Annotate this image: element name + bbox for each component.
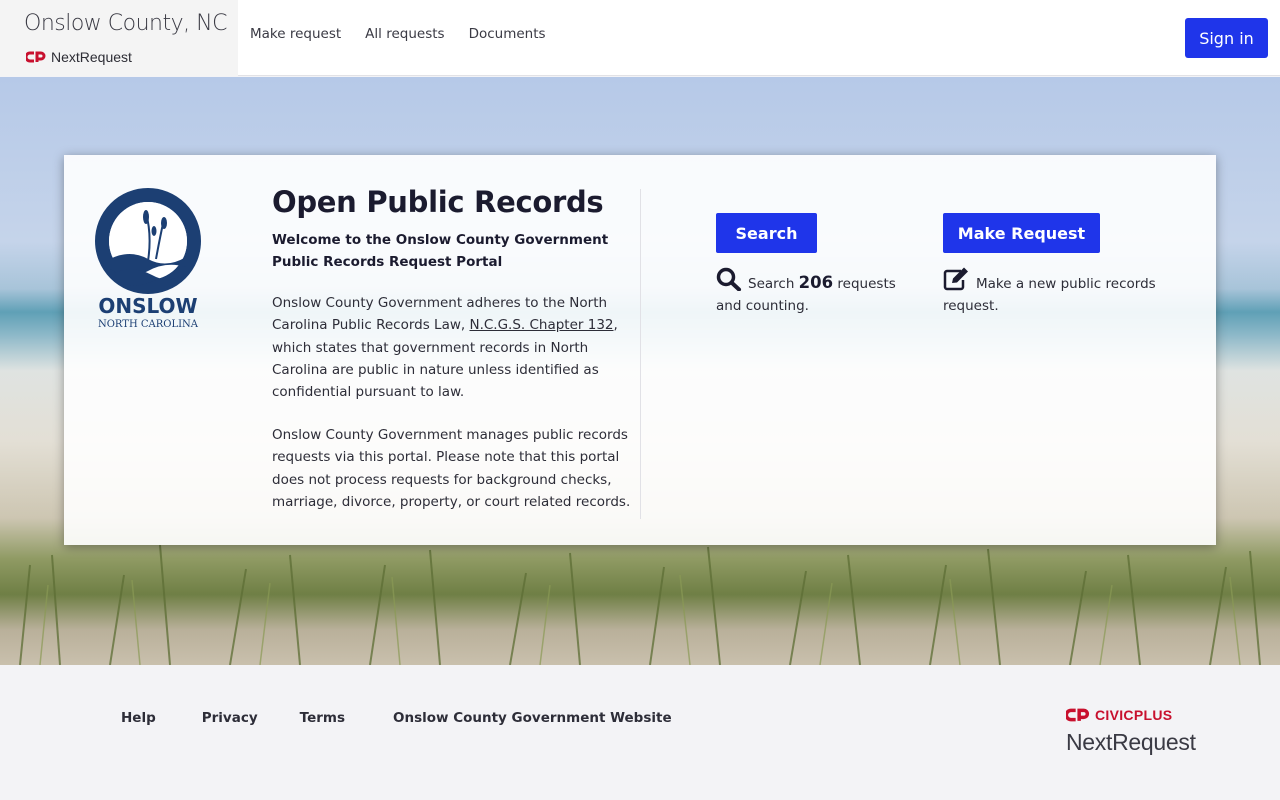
make-request-button[interactable]: Make Request <box>943 213 1100 253</box>
org-title[interactable]: Onslow County, NC <box>24 11 227 36</box>
civicplus-logo-icon <box>26 51 46 63</box>
beach-grass-decoration <box>19 544 1261 665</box>
law-paragraph: Onslow County Government adheres to the … <box>272 292 632 403</box>
make-request-description: Make a new public records request. <box>943 267 1163 317</box>
footer-privacy-link[interactable]: Privacy <box>202 710 258 726</box>
product-name: NextRequest <box>51 49 132 65</box>
records-card: ONSLOW NORTH CAROLINA Open Public Record… <box>64 155 1216 545</box>
ncgs-chapter-link[interactable]: N.C.G.S. Chapter 132 <box>469 317 613 333</box>
logo-subtext: NORTH CAROLINA <box>98 319 199 329</box>
footer-terms-link[interactable]: Terms <box>300 710 345 726</box>
footer-links: Help Privacy Terms Onslow County Governm… <box>121 710 672 726</box>
nav-documents[interactable]: Documents <box>469 26 546 42</box>
civicplus-logo-icon <box>1066 708 1090 722</box>
onslow-county-logo-icon: ONSLOW NORTH CAROLINA <box>95 188 201 329</box>
make-request-text: Make a new public records request. <box>943 276 1156 314</box>
hero-background: ONSLOW NORTH CAROLINA Open Public Record… <box>0 77 1280 665</box>
main-nav: Make request All requests Documents <box>250 26 546 42</box>
edit-icon <box>943 267 968 291</box>
product-branding: NextRequest <box>26 49 132 65</box>
site-footer: Help Privacy Terms Onslow County Governm… <box>0 665 1280 800</box>
sign-in-button[interactable]: Sign in <box>1185 18 1268 58</box>
search-icon <box>716 267 741 291</box>
search-button[interactable]: Search <box>716 213 817 253</box>
page-subtitle: Welcome to the Onslow County Government … <box>272 232 609 270</box>
civicplus-text: CIVICPLUS <box>1095 707 1173 723</box>
civicplus-logo[interactable]: CIVICPLUS <box>1066 707 1172 723</box>
search-prefix: Search <box>748 276 799 292</box>
footer-county-website-link[interactable]: Onslow County Government Website <box>393 710 672 726</box>
logo-text: ONSLOW <box>98 294 197 318</box>
page-title: Open Public Records <box>272 185 604 219</box>
request-count: 206 <box>798 273 834 292</box>
nav-all-requests[interactable]: All requests <box>365 26 444 42</box>
nav-make-request[interactable]: Make request <box>250 26 341 42</box>
site-header: Onslow County, NC NextRequest Make reque… <box>0 0 1280 76</box>
footer-help-link[interactable]: Help <box>121 710 156 726</box>
brand[interactable]: Onslow County, NC NextRequest <box>0 0 238 76</box>
search-description: Search 206 requests and counting. <box>716 267 906 317</box>
portal-paragraph: Onslow County Government manages public … <box>272 427 631 510</box>
nextrequest-wordmark: NextRequest <box>1066 729 1196 755</box>
card-divider <box>640 189 641 519</box>
